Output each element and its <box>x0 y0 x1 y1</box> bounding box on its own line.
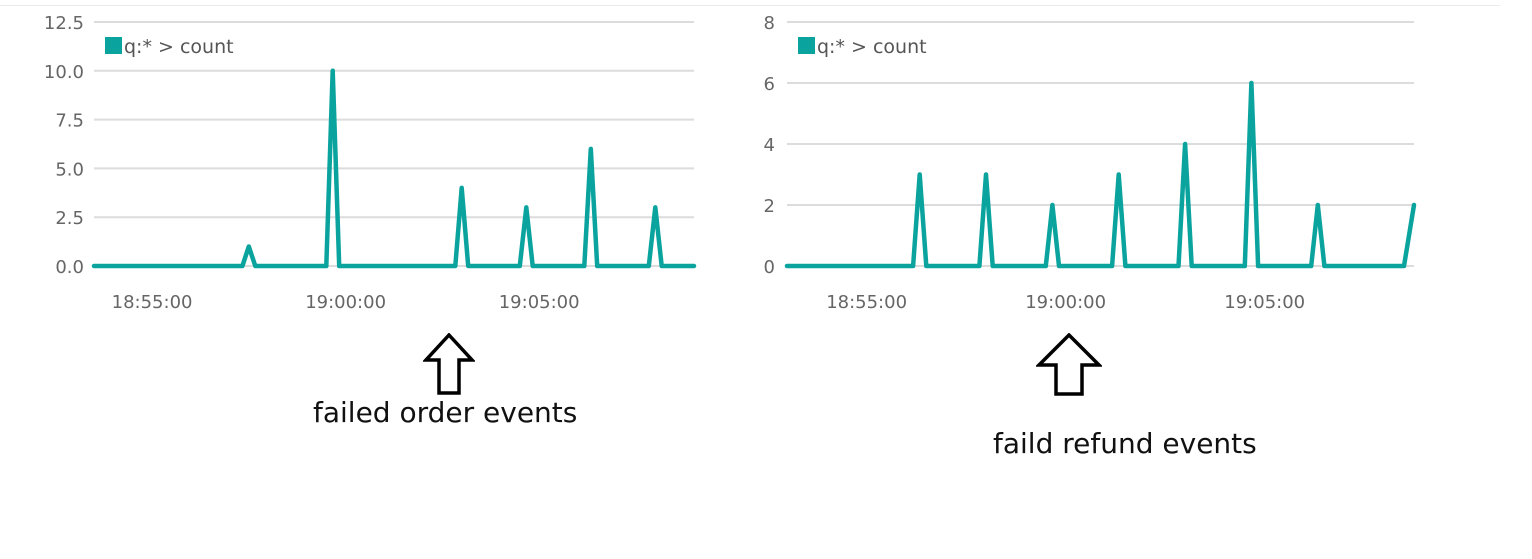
failed-order-events-label: failed order events <box>313 396 578 429</box>
up-arrow-icon <box>423 333 475 395</box>
x-tick-label: 19:05:00 <box>1224 292 1305 313</box>
x-tick-label: 19:00:00 <box>1025 292 1106 313</box>
series-line <box>784 80 1417 269</box>
y-tick-label: 4 <box>764 135 775 156</box>
up-arrow-icon <box>1036 333 1102 396</box>
failed-refund-events-label: faild refund events <box>993 427 1257 460</box>
failed-refund-chart: 0 2 4 6 8 18:55:00 19:00:00 19:05:00 q:* > count <box>764 13 1417 313</box>
y-tick-label: 6 <box>764 74 775 95</box>
y-tick-label: 8 <box>764 13 775 34</box>
legend-swatch <box>798 37 815 54</box>
y-tick-label: 0 <box>764 257 775 278</box>
legend-label: q:* > count <box>817 36 927 58</box>
y-tick-label: 2 <box>764 196 775 217</box>
x-tick-label: 18:55:00 <box>826 292 907 313</box>
